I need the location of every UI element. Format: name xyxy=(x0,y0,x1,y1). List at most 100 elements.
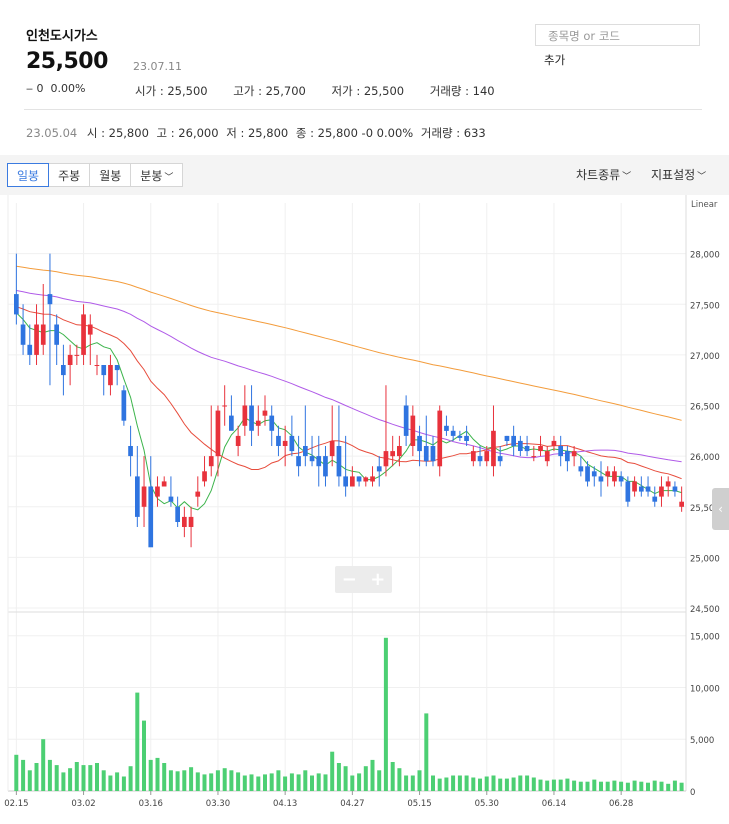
candle-body xyxy=(659,486,664,497)
price-date: 23.07.11 xyxy=(133,60,182,73)
candle-body xyxy=(34,324,39,355)
candle-body xyxy=(94,365,100,366)
volume-bar xyxy=(121,776,126,791)
zoom-in-button[interactable]: + xyxy=(370,569,385,590)
x-tick-label: 03.02 xyxy=(71,799,95,809)
volume-bar xyxy=(296,774,301,791)
tab-minute[interactable]: 분봉 ﹀ xyxy=(130,163,184,187)
volume-bar xyxy=(612,780,617,791)
candle-body xyxy=(14,294,19,315)
volume-bar xyxy=(148,759,153,791)
candle-body xyxy=(639,486,644,492)
chart-type-label: 차트종류 xyxy=(576,168,621,182)
volume-bar xyxy=(464,775,469,791)
volume-bar xyxy=(61,772,66,791)
volume-bar xyxy=(330,751,335,791)
hover-date: 23.05.04 xyxy=(26,126,78,140)
candle-body xyxy=(518,440,523,451)
volume-bar xyxy=(128,766,133,791)
volume-bar xyxy=(363,766,368,791)
open-price: 시가 : 25,500 xyxy=(135,84,208,98)
candle-body xyxy=(47,294,53,305)
candle-body xyxy=(571,451,577,457)
volume-bar xyxy=(310,775,314,791)
candle-body xyxy=(538,446,543,452)
candle-body xyxy=(242,405,248,426)
x-tick-label: 03.16 xyxy=(139,799,163,809)
price-tick-label: 26,500 xyxy=(690,403,720,413)
candle-body xyxy=(417,435,422,452)
volume-bar xyxy=(478,778,482,791)
stock-search-input[interactable]: 종목명 or 코드 xyxy=(535,24,700,46)
x-tick-label: 06.14 xyxy=(542,799,566,809)
candle-body xyxy=(229,415,234,431)
chevron-left-icon: ‹ xyxy=(718,502,723,516)
candle-body xyxy=(87,324,93,335)
candle-body xyxy=(605,471,611,477)
tab-monthly[interactable]: 월봉 xyxy=(89,163,132,187)
candle-body xyxy=(289,435,295,452)
volume-bar xyxy=(175,771,180,791)
volume-bar xyxy=(619,781,624,791)
candle-body xyxy=(450,430,456,436)
candle-body xyxy=(262,410,268,416)
candlestick-chart[interactable]: Linear28,00027,50027,00026,50026,00025,5… xyxy=(0,195,729,820)
today-stats: 시가 : 25,500 고가 : 25,700 저가 : 25,500 거래량 … xyxy=(135,83,517,99)
candle-body xyxy=(249,405,254,431)
candle-body xyxy=(397,446,402,457)
volume-bar xyxy=(646,782,650,791)
low-price: 저가 : 25,500 xyxy=(331,84,405,98)
candle-body xyxy=(504,435,510,441)
volume-bar xyxy=(182,770,187,791)
chart-type-dropdown[interactable]: 차트종류 ﹀ xyxy=(576,166,631,183)
candle-body xyxy=(645,486,651,492)
volume-bar xyxy=(168,770,173,791)
candle-body xyxy=(235,435,241,446)
candle-body xyxy=(558,446,563,457)
x-tick-label: 02.15 xyxy=(4,799,28,809)
volume-bar xyxy=(215,770,220,791)
volume-bar xyxy=(47,759,52,791)
volume-bar xyxy=(538,779,543,791)
volume-bar xyxy=(572,780,577,791)
zoom-out-button[interactable]: − xyxy=(342,569,357,590)
candle-body xyxy=(524,446,530,452)
candle-body xyxy=(114,365,120,371)
indicator-settings-dropdown[interactable]: 지표설정 ﹀ xyxy=(651,166,706,183)
tab-minute-label: 분봉 xyxy=(140,169,163,183)
tab-weekly[interactable]: 주봉 xyxy=(48,163,91,187)
candle-body xyxy=(350,476,355,487)
volume-bar xyxy=(162,763,167,791)
price-change: ‒ 0 0.00% xyxy=(26,82,85,95)
add-button[interactable]: 추가 xyxy=(544,52,565,68)
volume-tick-label: 10,000 xyxy=(690,684,720,694)
candle-body xyxy=(565,451,570,462)
volume-bar xyxy=(101,770,106,791)
volume-bar xyxy=(605,781,610,791)
candle-body xyxy=(20,324,26,345)
volume-bar xyxy=(585,781,590,791)
candle-body xyxy=(208,456,214,467)
candle-body xyxy=(531,456,537,458)
candle-body xyxy=(168,496,174,502)
candle-body xyxy=(618,476,624,482)
candle-body xyxy=(444,425,449,431)
candle-body xyxy=(108,365,113,386)
chart-area[interactable]: Linear 28,000 27,500 27,000 26,500 26,000 25,5… xyxy=(0,195,729,820)
volume-bar xyxy=(518,775,523,791)
candle-body xyxy=(356,476,362,482)
candle-body xyxy=(316,456,322,467)
candle-body xyxy=(296,456,301,467)
current-price: 25,500 xyxy=(26,49,108,74)
tab-daily[interactable]: 일봉 xyxy=(7,163,50,187)
candle-body xyxy=(121,390,127,421)
candle-body xyxy=(255,420,261,426)
hover-open: 시 : 25,800 xyxy=(86,126,149,140)
candle-body xyxy=(148,486,154,548)
candle-body xyxy=(598,476,604,482)
panel-collapse-handle[interactable]: ‹ xyxy=(712,488,729,530)
volume-bar xyxy=(471,777,476,791)
volume: 거래량 : 140 xyxy=(429,84,495,98)
moving-average-line-ma5 xyxy=(16,312,682,511)
volume-bar xyxy=(343,766,348,791)
